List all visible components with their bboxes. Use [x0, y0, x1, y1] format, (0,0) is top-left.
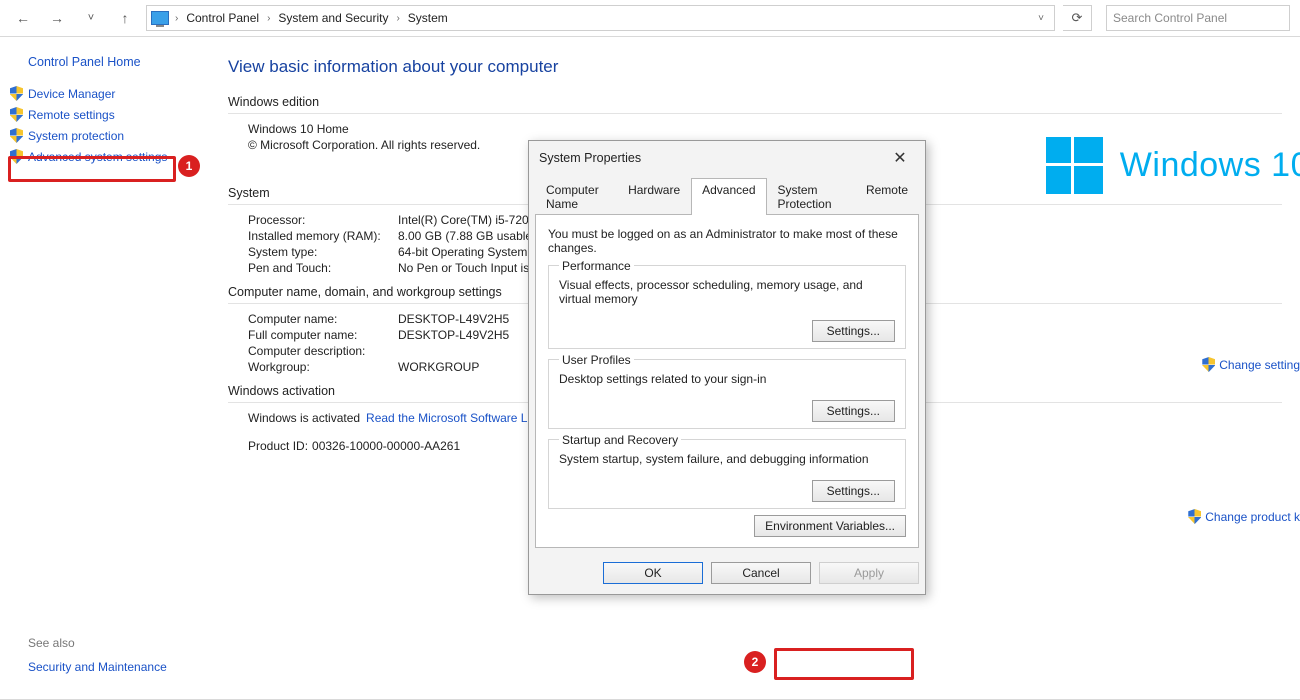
chevron-right-icon: › — [173, 13, 180, 24]
shield-icon — [1202, 357, 1215, 372]
back-button[interactable]: ← — [10, 5, 36, 31]
group-legend: Performance — [559, 259, 634, 273]
breadcrumb-segment[interactable]: System — [406, 9, 450, 27]
breadcrumb-segment[interactable]: System and Security — [276, 9, 390, 27]
left-navigation: Control Panel Home Device Manager Remote… — [0, 37, 210, 700]
tab-advanced[interactable]: Advanced — [691, 178, 766, 215]
ok-button[interactable]: OK — [603, 562, 703, 584]
performance-settings-button[interactable]: Settings... — [812, 320, 895, 342]
change-product-key-link[interactable]: Change product k — [1188, 509, 1300, 524]
group-text: System startup, system failure, and debu… — [559, 452, 895, 466]
startup-recovery-settings-button[interactable]: Settings... — [812, 480, 895, 502]
address-history-button[interactable]: ˅ — [1032, 13, 1050, 24]
user-profiles-settings-button[interactable]: Settings... — [812, 400, 895, 422]
control-panel-home-link[interactable]: Control Panel Home — [28, 55, 210, 69]
tab-remote[interactable]: Remote — [855, 178, 919, 215]
see-also-label: See also — [28, 636, 75, 650]
group-text: Visual effects, processor scheduling, me… — [559, 278, 895, 306]
dialog-body: You must be logged on as an Administrato… — [535, 214, 919, 548]
search-placeholder: Search Control Panel — [1113, 11, 1227, 25]
sidebar-item-label: Advanced system settings — [28, 150, 167, 164]
windows-brand: Windows 10 — [1046, 137, 1300, 193]
see-also: See also Security and Maintenance — [28, 636, 167, 674]
environment-variables-button[interactable]: Environment Variables... — [754, 515, 906, 537]
tab-hardware[interactable]: Hardware — [617, 178, 691, 215]
sidebar-item-remote-settings[interactable]: Remote settings — [10, 106, 210, 123]
group-legend: User Profiles — [559, 353, 634, 367]
admin-note: You must be logged on as an Administrato… — [548, 227, 906, 255]
address-bar[interactable]: › Control Panel › System and Security › … — [146, 5, 1055, 31]
dialog-title: System Properties — [539, 151, 641, 165]
see-also-link[interactable]: Security and Maintenance — [28, 660, 167, 674]
change-settings-link[interactable]: Change setting — [1202, 357, 1300, 372]
explorer-topbar: ← → ˅ ↑ › Control Panel › System and Sec… — [0, 0, 1300, 37]
annotation-badge-1: 1 — [178, 155, 200, 177]
windows-logo-icon — [1046, 137, 1102, 193]
page-title: View basic information about your comput… — [228, 57, 1282, 77]
tab-system-protection[interactable]: System Protection — [767, 178, 855, 215]
group-performance: Performance Visual effects, processor sc… — [548, 265, 906, 349]
sidebar-item-label: Device Manager — [28, 87, 115, 101]
sidebar-item-system-protection[interactable]: System protection — [10, 127, 210, 144]
windows-brand-text: Windows 10 — [1120, 146, 1300, 185]
shield-icon — [10, 128, 23, 143]
group-startup-recovery: Startup and Recovery System startup, sys… — [548, 439, 906, 509]
edition-name: Windows 10 Home — [248, 122, 398, 136]
group-text: Desktop settings related to your sign-in — [559, 372, 895, 386]
breadcrumb-segment[interactable]: Control Panel — [184, 9, 261, 27]
chevron-right-icon: › — [394, 13, 401, 24]
sidebar-item-device-manager[interactable]: Device Manager — [10, 85, 210, 102]
tab-computer-name[interactable]: Computer Name — [535, 178, 617, 215]
dialog-button-row: OK Cancel Apply — [529, 554, 925, 594]
section-windows-edition: Windows edition — [228, 95, 1282, 109]
chevron-right-icon: › — [265, 13, 272, 24]
system-properties-dialog: System Properties ✕ Computer Name Hardwa… — [528, 140, 926, 595]
dialog-tabs: Computer Name Hardware Advanced System P… — [529, 177, 925, 214]
sidebar-item-label: System protection — [28, 129, 124, 143]
divider — [228, 113, 1282, 114]
forward-button[interactable]: → — [44, 5, 70, 31]
license-link[interactable]: Read the Microsoft Software Lice — [366, 411, 543, 425]
apply-button[interactable]: Apply — [819, 562, 919, 584]
shield-icon — [10, 107, 23, 122]
shield-icon — [10, 149, 23, 164]
search-input[interactable]: Search Control Panel — [1106, 5, 1290, 31]
shield-icon — [1188, 509, 1201, 524]
annotation-badge-2: 2 — [744, 651, 766, 673]
group-legend: Startup and Recovery — [559, 433, 681, 447]
dialog-titlebar[interactable]: System Properties ✕ — [529, 141, 925, 175]
group-user-profiles: User Profiles Desktop settings related t… — [548, 359, 906, 429]
cancel-button[interactable]: Cancel — [711, 562, 811, 584]
system-icon — [151, 11, 169, 25]
recent-locations-button[interactable]: ˅ — [78, 5, 104, 31]
refresh-button[interactable]: ⟳ — [1063, 5, 1092, 31]
sidebar-item-label: Remote settings — [28, 108, 115, 122]
shield-icon — [10, 86, 23, 101]
up-button[interactable]: ↑ — [112, 5, 138, 31]
close-button[interactable]: ✕ — [885, 148, 915, 168]
edition-copyright: © Microsoft Corporation. All rights rese… — [248, 138, 480, 152]
